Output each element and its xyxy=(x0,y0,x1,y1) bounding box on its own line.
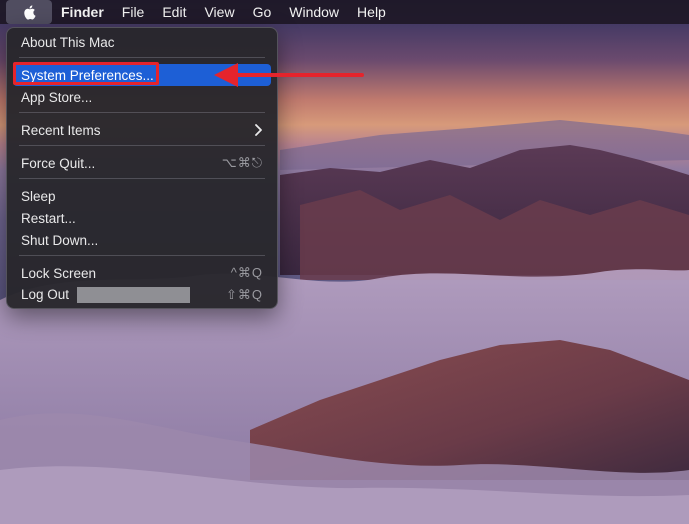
menu-finder[interactable]: Finder xyxy=(52,0,113,24)
menu-item-label: Lock Screen xyxy=(21,265,97,281)
menu-separator xyxy=(19,57,265,58)
redacted-username xyxy=(77,287,191,304)
apple-menu-button[interactable] xyxy=(6,0,52,24)
annotation-arrow-icon xyxy=(214,63,364,87)
menu-go[interactable]: Go xyxy=(244,0,281,24)
menu-item-label: App Store... xyxy=(21,89,93,105)
menu-view[interactable]: View xyxy=(195,0,243,24)
apple-logo-icon xyxy=(24,5,36,20)
menu-item-shortcut: ^⌘Q xyxy=(230,265,263,280)
menu-item-label: Force Quit... xyxy=(21,155,96,171)
menu-item-shortcut: ⇧⌘Q xyxy=(225,287,263,302)
menu-item-restart[interactable]: Restart... xyxy=(13,207,271,229)
menu-item-label-group: Log Out xyxy=(21,286,191,304)
menu-separator xyxy=(19,255,265,256)
menu-item-label: Restart... xyxy=(21,210,76,226)
menu-item-log-out[interactable]: Log Out ⇧⌘Q xyxy=(13,284,271,306)
menu-help[interactable]: Help xyxy=(348,0,395,24)
annotation-highlight-box xyxy=(13,62,159,85)
menu-separator xyxy=(19,112,265,113)
menu-item-label: Log Out xyxy=(21,286,70,302)
menu-item-about-this-mac[interactable]: About This Mac xyxy=(13,31,271,53)
chevron-right-icon xyxy=(255,124,262,136)
menu-item-lock-screen[interactable]: Lock Screen ^⌘Q xyxy=(13,262,271,284)
menu-item-shortcut: ⌥⌘⎋ xyxy=(221,155,263,170)
menu-item-label: Sleep xyxy=(21,188,56,204)
menu-item-shut-down[interactable]: Shut Down... xyxy=(13,229,271,251)
menu-item-label: Recent Items xyxy=(21,122,101,138)
menu-bar: Finder File Edit View Go Window Help xyxy=(0,0,689,24)
menu-item-label: Shut Down... xyxy=(21,232,99,248)
menu-separator xyxy=(19,178,265,179)
menu-item-recent-items[interactable]: Recent Items xyxy=(13,119,271,141)
menu-window[interactable]: Window xyxy=(280,0,348,24)
menu-separator xyxy=(19,145,265,146)
menu-file[interactable]: File xyxy=(113,0,154,24)
menu-item-label: About This Mac xyxy=(21,34,115,50)
menu-item-sleep[interactable]: Sleep xyxy=(13,185,271,207)
menu-edit[interactable]: Edit xyxy=(153,0,195,24)
menu-item-force-quit[interactable]: Force Quit... ⌥⌘⎋ xyxy=(13,152,271,174)
